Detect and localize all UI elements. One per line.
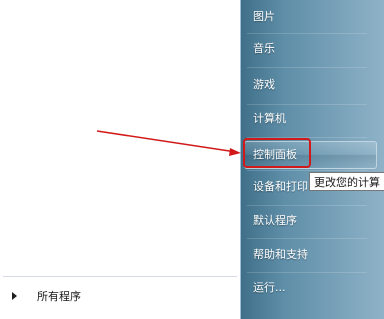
right-arrow-icon bbox=[12, 292, 17, 300]
separator bbox=[247, 272, 367, 273]
all-programs-button[interactable]: 所有程序 bbox=[3, 283, 237, 309]
all-programs-label: 所有程序 bbox=[37, 290, 81, 303]
separator bbox=[247, 170, 367, 171]
menu-item-label: 音乐 bbox=[253, 42, 275, 55]
annotation-highlight-box bbox=[243, 138, 311, 168]
menu-item-music[interactable]: 音乐 bbox=[245, 37, 377, 61]
separator bbox=[247, 104, 367, 105]
start-menu-left-pane: 所有程序 bbox=[0, 0, 240, 319]
left-divider bbox=[3, 276, 237, 277]
menu-item-label: 图片 bbox=[253, 10, 275, 23]
separator bbox=[247, 67, 367, 68]
menu-item-label: 游戏 bbox=[253, 78, 275, 91]
menu-item-label: 计算机 bbox=[253, 112, 286, 125]
separator bbox=[247, 238, 367, 239]
menu-item-pictures[interactable]: 图片 bbox=[245, 5, 377, 29]
menu-item-label: 默认程序 bbox=[253, 214, 297, 227]
menu-item-computer[interactable]: 计算机 bbox=[245, 107, 377, 131]
menu-item-run[interactable]: 运行... bbox=[245, 276, 377, 300]
menu-item-label: 设备和打印 bbox=[253, 180, 308, 193]
menu-item-label: 运行... bbox=[253, 281, 286, 294]
menu-item-games[interactable]: 游戏 bbox=[245, 73, 377, 97]
tooltip: 更改您的计算 bbox=[309, 172, 384, 191]
separator bbox=[247, 205, 367, 206]
menu-item-label: 帮助和支持 bbox=[253, 248, 308, 261]
separator bbox=[247, 33, 367, 34]
menu-item-help-and-support[interactable]: 帮助和支持 bbox=[245, 243, 377, 267]
menu-item-default-programs[interactable]: 默认程序 bbox=[245, 209, 377, 233]
